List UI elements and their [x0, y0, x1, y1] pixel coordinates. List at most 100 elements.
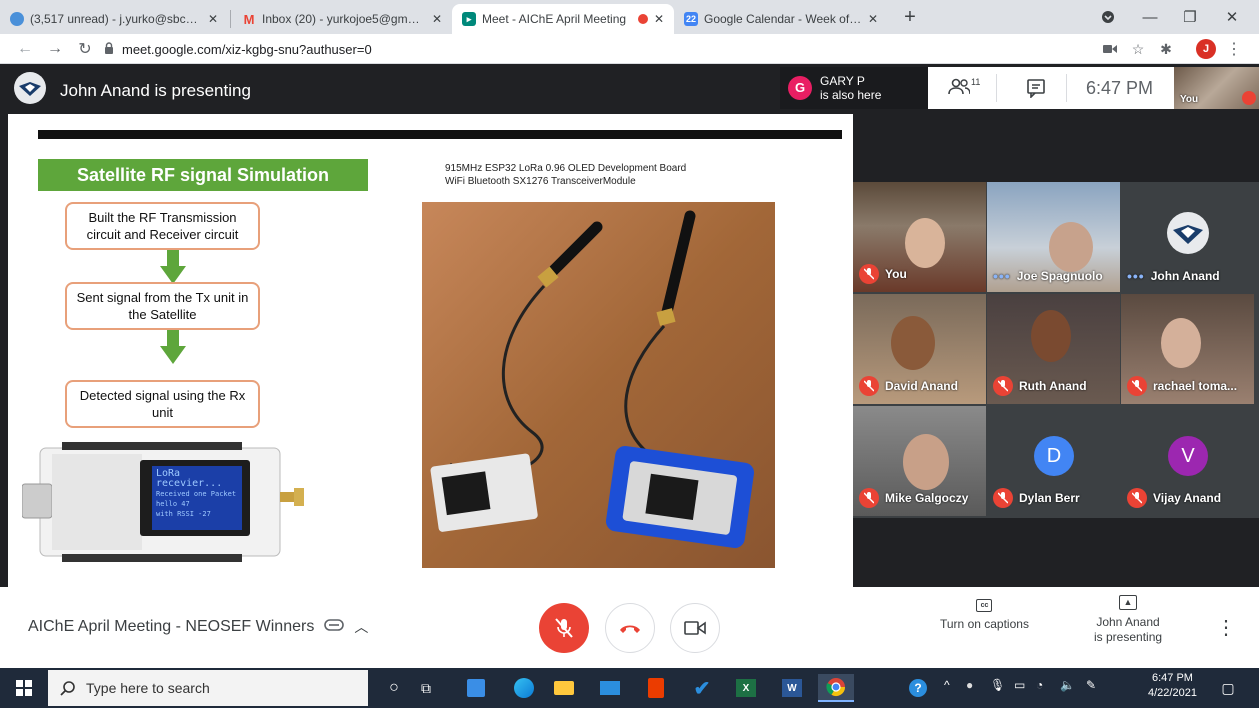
file-explorer-icon[interactable]: [550, 674, 578, 702]
presenting-banner: John Anand is presenting: [14, 72, 251, 109]
tab-google-meet[interactable]: ▸ Meet - AIChE April Meeting ✕: [452, 4, 674, 34]
participant-tile[interactable]: D Dylan Berr: [987, 406, 1120, 516]
new-tab-button[interactable]: +: [892, 4, 928, 30]
participant-name: Ruth Anand: [1019, 379, 1087, 393]
browser-toolbar: ← → ↻ meet.google.com/xiz-kgbg-snu?authu…: [0, 34, 1259, 64]
extensions-icon[interactable]: ✱: [1156, 39, 1176, 59]
participant-name: Mike Galgoczy: [885, 491, 969, 505]
chevron-up-icon[interactable]: ^: [944, 678, 950, 692]
meet-top-bar: John Anand is presenting G GARY P is als…: [0, 64, 1259, 112]
participant-tile[interactable]: Mike Galgoczy: [853, 406, 986, 516]
lora-boards-photo: [422, 202, 775, 568]
security-icon[interactable]: ●: [966, 678, 973, 692]
participant-video: [891, 316, 935, 370]
back-button[interactable]: ←: [14, 39, 36, 59]
microphone-icon[interactable]: 🎙: [990, 678, 1005, 692]
camera-in-use-icon[interactable]: [1100, 39, 1120, 59]
tab-title: Google Calendar - Week of April: [704, 12, 862, 26]
participant-name: Vijay Anand: [1153, 491, 1222, 505]
participant-tile[interactable]: Ruth Anand: [987, 294, 1120, 404]
wifi-icon[interactable]: ◔: [1036, 678, 1043, 692]
task-view-icon[interactable]: ⧉: [412, 674, 440, 702]
close-icon[interactable]: ✕: [868, 12, 878, 26]
forward-button[interactable]: →: [44, 39, 66, 59]
microphone-toggle-button[interactable]: [539, 603, 589, 653]
step-box: Sent signal from the Tx unit in the Sate…: [65, 282, 260, 330]
cortana-icon[interactable]: ○: [380, 674, 408, 702]
close-window-button[interactable]: ✕: [1214, 4, 1250, 30]
participant-video: [903, 434, 949, 490]
meeting-title: AIChE April Meeting - NEOSEF Winners: [28, 618, 315, 635]
mic-off-icon: [1127, 488, 1147, 508]
participant-tile[interactable]: David Anand: [853, 294, 986, 404]
slide-header-bar: [38, 130, 842, 139]
pen-icon[interactable]: ✎: [1086, 678, 1096, 692]
close-icon[interactable]: ✕: [208, 12, 218, 26]
chrome-taskbar-icon[interactable]: [818, 674, 854, 702]
leave-call-button[interactable]: [605, 603, 655, 653]
oled-line: LoRa recevier...: [156, 468, 223, 489]
meeting-details-button[interactable]: AIChE April Meeting - NEOSEF Winners ︿: [28, 617, 368, 637]
volume-icon[interactable]: 🔈: [1060, 678, 1075, 692]
presenter-logo-icon: [1167, 212, 1209, 254]
tab-yahoo-mail[interactable]: (3,517 unread) - j.yurko@sbcglob ✕: [0, 4, 228, 34]
word-icon[interactable]: W: [778, 674, 806, 702]
tab-search-icon[interactable]: [1090, 4, 1126, 30]
yahoo-mail-icon: [10, 12, 24, 26]
address-bar[interactable]: meet.google.com/xiz-kgbg-snu?authuser=0: [104, 38, 1084, 60]
camera-toggle-button[interactable]: [670, 603, 720, 653]
present-now-button[interactable]: ▲ John Anand is presenting: [1094, 595, 1162, 645]
participant-name: John Anand: [1150, 269, 1220, 283]
participant-tile[interactable]: ••• John Anand: [1121, 182, 1254, 292]
reload-button[interactable]: ↻: [74, 39, 96, 59]
participant-video: [1161, 318, 1201, 368]
edge-browser-icon[interactable]: [510, 674, 538, 702]
help-icon[interactable]: ?: [904, 674, 932, 702]
participant-tile[interactable]: ••• Joe Spagnuolo: [987, 182, 1120, 292]
divider: [1066, 74, 1067, 102]
meet-header-controls: 11 6:47 PM: [928, 67, 1174, 109]
participant-tile[interactable]: rachael toma...: [1121, 294, 1254, 404]
notification-icon[interactable]: ▢: [1214, 674, 1242, 702]
participant-tile[interactable]: You: [853, 182, 986, 292]
more-options-icon[interactable]: ⋮: [1216, 615, 1236, 640]
speaking-indicator-icon: •••: [993, 268, 1011, 284]
tab-gmail[interactable]: M Inbox (20) - yurkojoe5@gmail.co ✕: [232, 4, 452, 34]
calendar-app-icon[interactable]: [462, 674, 490, 702]
participant-tile[interactable]: V Vijay Anand: [1121, 406, 1254, 516]
chrome-menu-icon[interactable]: ⋮: [1224, 39, 1244, 59]
also-here-notice[interactable]: G GARY P is also here: [780, 67, 928, 109]
google-calendar-icon: 22: [684, 12, 698, 26]
mail-app-icon[interactable]: [596, 674, 624, 702]
tab-title: Meet - AIChE April Meeting: [482, 12, 627, 26]
todo-app-icon[interactable]: ✔: [688, 674, 716, 702]
bookmark-star-icon[interactable]: ☆: [1128, 39, 1148, 59]
restore-button[interactable]: ❐: [1172, 4, 1208, 30]
captions-button[interactable]: cc Turn on captions: [940, 599, 1029, 632]
meet-bottom-bar: AIChE April Meeting - NEOSEF Winners ︿ c…: [0, 587, 1259, 668]
close-icon[interactable]: ✕: [432, 12, 442, 26]
chat-button[interactable]: [1026, 78, 1046, 103]
avatar: D: [1034, 436, 1074, 476]
participant-name-tag: Dylan Berr: [993, 488, 1080, 508]
divider: [996, 74, 997, 102]
office-app-icon[interactable]: [642, 674, 670, 702]
taskbar-clock[interactable]: 6:47 PM 4/22/2021: [1148, 671, 1197, 701]
close-icon[interactable]: ✕: [654, 12, 664, 26]
tab-divider: [230, 10, 231, 28]
excel-icon[interactable]: X: [732, 674, 760, 702]
windows-logo-icon: [16, 680, 32, 696]
search-icon: [60, 681, 75, 696]
self-view-thumbnail[interactable]: You: [1174, 67, 1259, 109]
people-button[interactable]: 11: [948, 77, 980, 95]
battery-icon[interactable]: ▭: [1014, 678, 1025, 692]
minimize-button[interactable]: —: [1132, 4, 1168, 30]
mic-off-icon: [993, 488, 1013, 508]
tab-title: Inbox (20) - yurkojoe5@gmail.co: [262, 12, 426, 26]
windows-start-button[interactable]: [10, 674, 38, 702]
oled-line: with RSSI -27: [156, 510, 211, 518]
profile-avatar[interactable]: J: [1196, 39, 1216, 59]
tab-google-calendar[interactable]: 22 Google Calendar - Week of April ✕: [674, 4, 888, 34]
slide-heading: Satellite RF signal Simulation: [38, 159, 368, 191]
taskbar-search[interactable]: Type here to search: [48, 670, 368, 706]
